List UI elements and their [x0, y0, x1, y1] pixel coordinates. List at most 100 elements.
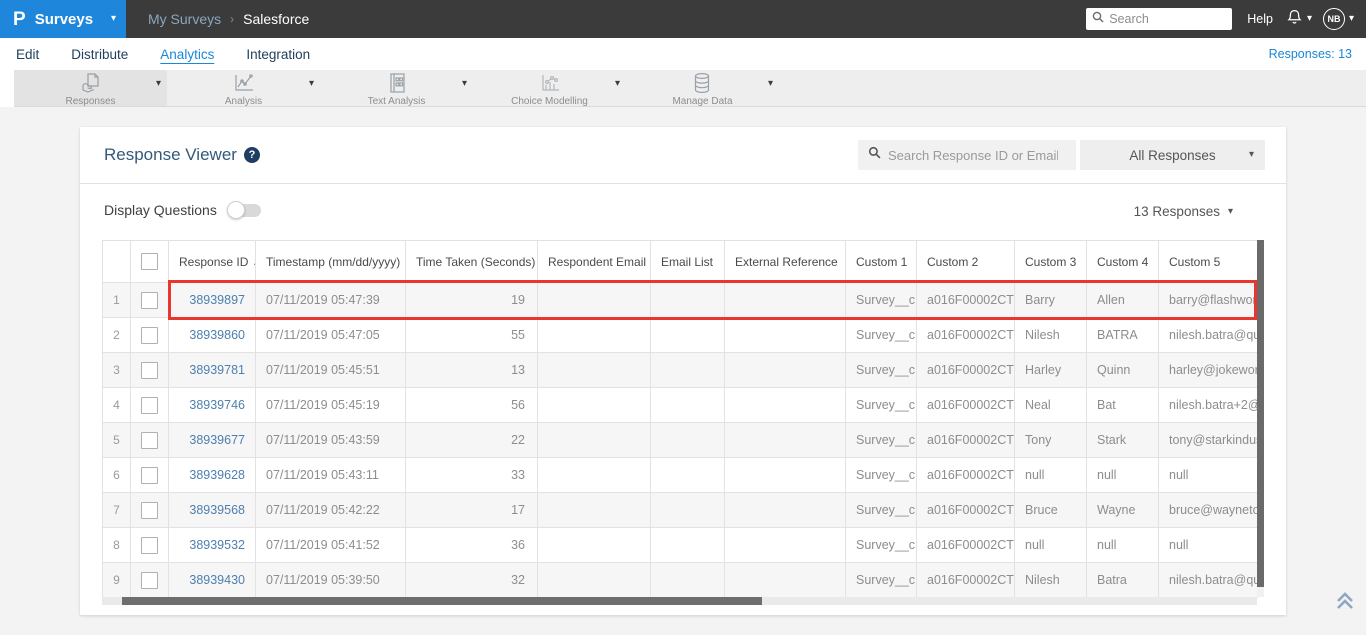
- header-respondent-email: Respondent Email: [537, 240, 651, 283]
- email-list-cell: [650, 352, 725, 388]
- custom5-cell: barry@flashworld.: [1158, 282, 1258, 318]
- breadcrumb-my-surveys[interactable]: My Surveys: [148, 11, 221, 27]
- respondent-email-cell: [537, 492, 651, 528]
- row-checkbox[interactable]: [141, 361, 158, 379]
- response-id-link[interactable]: 38939860: [168, 317, 256, 353]
- external-reference-cell: [724, 352, 846, 388]
- topbar: P Surveys ▾ My Surveys › Salesforce Help…: [0, 0, 1366, 38]
- help-link[interactable]: Help: [1247, 12, 1273, 26]
- header-time-taken[interactable]: Time Taken (Seconds)⇅: [405, 240, 538, 283]
- header-timestamp[interactable]: Timestamp (mm/dd/yyyy)⇅: [255, 240, 406, 283]
- custom4-cell: null: [1086, 457, 1159, 493]
- row-checkbox[interactable]: [141, 501, 158, 519]
- respondent-email-cell: [537, 562, 651, 598]
- custom1-cell: Survey__c: [845, 317, 917, 353]
- custom2-cell: a016F00002CT2Lc: [916, 562, 1015, 598]
- table-controls: Display Questions 13 Responses ▾: [80, 184, 1286, 240]
- email-list-cell: [650, 422, 725, 458]
- account-menu[interactable]: NB ▾: [1322, 8, 1354, 30]
- chevron-down-icon: ▾: [1348, 13, 1354, 24]
- timestamp-cell: 07/11/2019 05:43:11: [255, 457, 406, 493]
- toolbar-item-responses[interactable]: Responses ▾: [14, 70, 167, 107]
- row-checkbox-cell: [130, 317, 169, 353]
- search-icon: [1092, 10, 1104, 28]
- toolbar-item-text-analysis[interactable]: Text Analysis ▾: [320, 70, 473, 107]
- help-icon[interactable]: ?: [243, 147, 260, 163]
- header-external-reference: External Reference: [724, 240, 846, 283]
- response-id-link[interactable]: 38939628: [168, 457, 256, 493]
- row-number: 8: [102, 527, 131, 563]
- toolbar-item-analysis[interactable]: Analysis ▾: [167, 70, 320, 107]
- time-taken-cell: 19: [405, 282, 538, 318]
- response-search-input[interactable]: [888, 147, 1058, 163]
- email-list-cell: [650, 562, 725, 598]
- response-id-link[interactable]: 38939897: [168, 282, 256, 318]
- custom3-cell: Harley: [1014, 352, 1087, 388]
- row-checkbox[interactable]: [141, 291, 158, 309]
- external-reference-cell: [724, 527, 846, 563]
- response-id-link[interactable]: 38939532: [168, 527, 256, 563]
- row-number: 9: [102, 562, 131, 598]
- tab-integration[interactable]: Integration: [246, 47, 310, 62]
- custom5-cell: nilesh.batra@ques: [1158, 562, 1258, 598]
- tab-edit[interactable]: Edit: [16, 47, 39, 62]
- chevron-down-icon: ▾: [155, 78, 161, 89]
- responses-count-dropdown[interactable]: 13 Responses ▾: [1134, 204, 1233, 219]
- tab-analytics[interactable]: Analytics: [160, 47, 214, 62]
- toolbar-item-choice-modelling[interactable]: Choice Modelling ▾: [473, 70, 626, 107]
- row-checkbox-cell: [130, 492, 169, 528]
- display-questions-toggle[interactable]: [226, 200, 261, 219]
- row-checkbox[interactable]: [141, 326, 158, 344]
- timestamp-cell: 07/11/2019 05:45:19: [255, 387, 406, 423]
- global-search-input[interactable]: [1109, 12, 1220, 26]
- response-id-link[interactable]: 38939568: [168, 492, 256, 528]
- row-checkbox[interactable]: [141, 396, 158, 414]
- table-row: 4 38939746 07/11/2019 05:45:19 56 Survey…: [102, 387, 1258, 423]
- row-checkbox[interactable]: [141, 431, 158, 449]
- toggle-knob: [226, 200, 245, 219]
- email-list-cell: [650, 457, 725, 493]
- response-id-link[interactable]: 38939677: [168, 422, 256, 458]
- row-checkbox[interactable]: [141, 536, 158, 554]
- tab-distribute[interactable]: Distribute: [71, 47, 128, 62]
- bell-icon: [1286, 8, 1303, 31]
- custom1-cell: Survey__c: [845, 457, 917, 493]
- horizontal-scrollbar-thumb[interactable]: [122, 597, 762, 605]
- custom3-cell: Tony: [1014, 422, 1087, 458]
- response-id-link[interactable]: 38939746: [168, 387, 256, 423]
- chevron-down-icon: ▾: [1248, 149, 1254, 160]
- chevron-down-icon: ▾: [767, 78, 773, 89]
- row-checkbox[interactable]: [141, 571, 158, 589]
- table-row: 3 38939781 07/11/2019 05:45:51 13 Survey…: [102, 352, 1258, 388]
- toolbar-item-label: Choice Modelling: [511, 96, 588, 107]
- custom2-cell: a016F00002CT2Lc: [916, 317, 1015, 353]
- scroll-to-top-button[interactable]: [1334, 591, 1356, 616]
- header-response-id[interactable]: Response ID▲: [168, 240, 256, 283]
- table-body: 1 38939897 07/11/2019 05:47:39 19 Survey…: [102, 282, 1258, 598]
- responses-count-link[interactable]: Responses: 13: [1269, 47, 1352, 61]
- vertical-scrollbar-thumb[interactable]: [1257, 240, 1264, 587]
- respondent-email-cell: [537, 457, 651, 493]
- notifications-menu[interactable]: ▾: [1286, 8, 1312, 31]
- external-reference-cell: [724, 387, 846, 423]
- toolbar-item-manage-data[interactable]: Manage Data ▾: [626, 70, 779, 107]
- product-menu[interactable]: P Surveys ▾: [0, 0, 126, 38]
- respondent-email-cell: [537, 282, 651, 318]
- row-number: 4: [102, 387, 131, 423]
- page-title: Response Viewer ?: [104, 145, 260, 165]
- response-id-link[interactable]: 38939430: [168, 562, 256, 598]
- row-checkbox[interactable]: [141, 466, 158, 484]
- response-id-link[interactable]: 38939781: [168, 352, 256, 388]
- double-chevron-up-icon: [1337, 592, 1353, 609]
- timestamp-cell: 07/11/2019 05:39:50: [255, 562, 406, 598]
- time-taken-cell: 17: [405, 492, 538, 528]
- time-taken-cell: 22: [405, 422, 538, 458]
- select-all-checkbox[interactable]: [141, 253, 158, 270]
- custom4-cell: Bat: [1086, 387, 1159, 423]
- custom3-cell: null: [1014, 527, 1087, 563]
- custom4-cell: Stark: [1086, 422, 1159, 458]
- email-list-cell: [650, 387, 725, 423]
- all-responses-dropdown[interactable]: All Responses ▾: [1080, 140, 1265, 170]
- external-reference-cell: [724, 492, 846, 528]
- custom5-cell: tony@starkindustr: [1158, 422, 1258, 458]
